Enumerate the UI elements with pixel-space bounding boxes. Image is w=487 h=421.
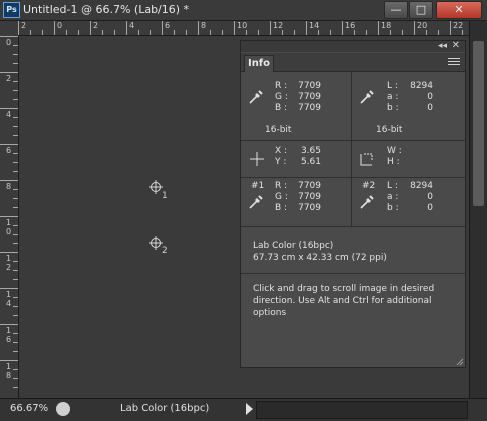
color-sampler-1-label: 1 <box>162 191 168 201</box>
ruler-v-label: 1 2 <box>6 254 12 272</box>
ruler-h-label: 10 <box>237 21 248 30</box>
panel-resize-grip-icon[interactable] <box>456 358 464 366</box>
vertical-scroll-thumb[interactable] <box>473 41 484 206</box>
ruler-h-label: 4 <box>129 21 135 30</box>
ruler-h-label: 6 <box>165 21 171 30</box>
tool-hint-text: Click and drag to scroll image in desire… <box>253 284 435 318</box>
eyedropper-icon[interactable] <box>248 89 264 105</box>
section-divider <box>351 178 352 226</box>
panel-tab-row: Info <box>241 53 465 72</box>
sampler-1-g-row: G :7709 <box>275 192 321 202</box>
horizontal-scrollbar[interactable] <box>256 401 468 419</box>
photoshop-logo-icon: Ps <box>3 2 20 18</box>
panel-close-icon[interactable]: ✕ <box>452 40 460 51</box>
minimize-button[interactable]: — <box>384 1 408 19</box>
vertical-ruler[interactable]: 0 2 4 6 8 1 0 1 2 1 4 1 6 1 8 <box>0 36 19 398</box>
sampler-1-b-row: B :7709 <box>275 203 321 213</box>
eyedropper-icon[interactable] <box>359 89 375 105</box>
ruler-v-label: 1 4 <box>6 290 12 308</box>
document-info-section: Lab Color (16bpc) 67.73 cm x 42.33 cm (7… <box>241 227 465 274</box>
ruler-h-label: 2 <box>93 21 99 30</box>
panel-menu-icon[interactable] <box>448 58 460 67</box>
ruler-h-label: 12 <box>273 21 284 30</box>
status-info-icon[interactable] <box>56 402 70 416</box>
section-divider <box>351 72 352 140</box>
ruler-h-label: 16 <box>345 21 356 30</box>
document-title: Untitled-1 @ 66.7% (Lab/16) * <box>23 3 190 16</box>
ruler-v-label: 0 <box>6 38 12 47</box>
lab-a-row: a :0 <box>387 92 433 102</box>
zoom-level[interactable]: 66.67% <box>10 403 48 414</box>
ruler-v-label: 4 <box>6 110 12 119</box>
color-readout-section: R :7709 G :7709 B :7709 16-bit L :8294 a… <box>241 72 465 141</box>
document-dimensions: 67.73 cm x 42.33 cm (72 ppi) <box>253 253 387 263</box>
maximize-button[interactable]: □ <box>409 1 433 19</box>
ruler-v-label: 1 0 <box>6 218 12 236</box>
title-bar: Ps Untitled-1 @ 66.7% (Lab/16) * — □ ✕ <box>0 0 487 21</box>
lab-l-row: L :8294 <box>387 81 433 91</box>
rgb-bit-depth: 16-bit <box>265 125 292 135</box>
section-divider <box>351 141 352 177</box>
rgb-r-row: R :7709 <box>275 81 321 91</box>
ruler-v-label: 8 <box>6 182 12 191</box>
status-menu-arrow-icon[interactable] <box>246 403 253 415</box>
ruler-h-label: 18 <box>381 21 392 30</box>
lab-b-row: b :0 <box>387 103 433 113</box>
sampler-2-id: #2 <box>362 181 376 191</box>
lab-bit-depth: 16-bit <box>376 125 403 135</box>
ruler-v-label: 6 <box>6 146 12 155</box>
status-document-info: Lab Color (16bpc) <box>120 403 210 414</box>
size-h-row: H : <box>387 157 400 167</box>
tool-hint-section: Click and drag to scroll image in desire… <box>241 274 465 366</box>
panel-header-strip[interactable]: ◂◂ ✕ <box>241 40 465 52</box>
ruler-origin[interactable] <box>0 21 19 37</box>
position-readout-section: X :3.65 Y :5.61 W : H : <box>241 141 465 178</box>
rgb-b-row: B :7709 <box>275 103 321 113</box>
sampler-2-b-row: b :0 <box>387 203 433 213</box>
status-bar: 66.67% Lab Color (16bpc) <box>0 398 487 421</box>
sampler-1-r-row: R :7709 <box>275 181 321 191</box>
tab-info[interactable]: Info <box>244 55 274 72</box>
ruler-h-label: 2 <box>21 21 27 30</box>
eyedropper-icon[interactable] <box>359 194 375 210</box>
ruler-h-label: 20 <box>417 21 428 30</box>
sampler-2-a-row: a :0 <box>387 192 433 202</box>
eyedropper-icon[interactable] <box>248 194 264 210</box>
selection-size-icon <box>360 153 373 166</box>
ruler-h-label: 8 <box>201 21 207 30</box>
ruler-h-label: 14 <box>309 21 320 30</box>
ruler-v-label: 2 <box>6 74 12 83</box>
ruler-v-label: 1 8 <box>6 362 12 380</box>
coord-y-row: Y :5.61 <box>275 157 321 167</box>
color-sampler-2-label: 2 <box>162 246 168 256</box>
sampler-readout-section: #1 R :7709 G :7709 B :7709 #2 L :8294 a … <box>241 178 465 227</box>
collapse-icon[interactable]: ◂◂ <box>438 41 447 51</box>
ruler-v-label: 1 6 <box>6 326 12 344</box>
sampler-1-id: #1 <box>251 181 265 191</box>
document-color-mode: Lab Color (16bpc) <box>253 241 334 251</box>
info-panel: ◂◂ ✕ Info R :7709 G :7709 B :7709 16-bit… <box>240 40 466 368</box>
coord-x-row: X :3.65 <box>275 146 321 156</box>
ruler-h-label: 22 <box>453 21 464 30</box>
size-w-row: W : <box>387 146 402 156</box>
vertical-scrollbar[interactable] <box>469 21 487 398</box>
ruler-h-label: 0 <box>57 21 63 30</box>
horizontal-ruler[interactable]: 2 0 2 4 6 8 10 12 14 16 18 20 22 <box>18 21 487 36</box>
close-button[interactable]: ✕ <box>436 1 482 19</box>
sampler-2-l-row: L :8294 <box>387 181 433 191</box>
crosshair-icon <box>250 152 264 166</box>
rgb-g-row: G :7709 <box>275 92 321 102</box>
